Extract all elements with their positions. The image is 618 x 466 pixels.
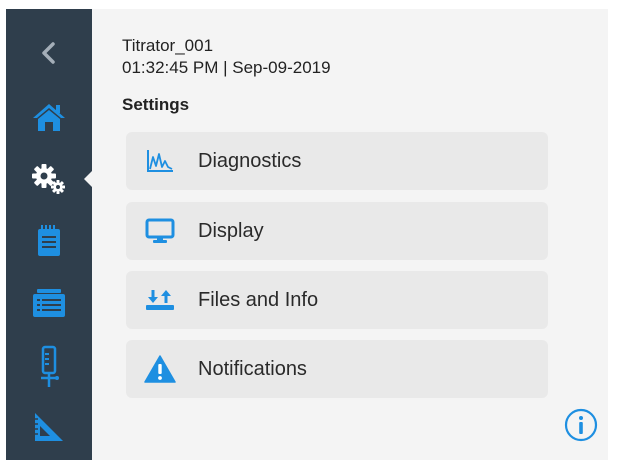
sidebar-item-methods[interactable] [6, 215, 92, 267]
folder-list-icon [33, 289, 65, 317]
menu-item-notifications[interactable]: Notifications [126, 340, 548, 398]
sidebar-item-calibration[interactable] [6, 401, 92, 453]
menu-item-files-and-info[interactable]: Files and Info [126, 271, 548, 329]
device-name: Titrator_001 [122, 36, 214, 55]
menu-item-display[interactable]: Display [126, 202, 548, 260]
menu-item-label: Diagnostics [198, 149, 302, 172]
info-icon [564, 408, 598, 442]
back-button[interactable] [6, 27, 92, 79]
main-content: Titrator_001 01:32:45 PM | Sep-09-2019 S… [92, 9, 608, 460]
menu-item-label: Notifications [198, 357, 307, 380]
menu-item-label: Files and Info [198, 288, 319, 311]
monitor-icon [145, 218, 175, 243]
home-icon [33, 104, 65, 131]
sidebar-item-settings[interactable] [6, 153, 93, 205]
chevron-left-icon [42, 42, 55, 64]
page-title: Settings [122, 95, 190, 114]
warning-icon [144, 355, 176, 383]
menu-item-diagnostics[interactable]: Diagnostics [126, 132, 548, 190]
menu-item-label: Display [198, 219, 264, 242]
sidebar [6, 9, 93, 460]
sidebar-item-results[interactable] [6, 277, 92, 329]
gears-icon [32, 164, 65, 194]
datetime: 01:32:45 PM | Sep-09-2019 [122, 58, 331, 77]
chart-icon [147, 150, 173, 172]
sidebar-item-burette[interactable] [6, 341, 92, 393]
set-square-icon [35, 413, 63, 441]
burette-icon [41, 345, 59, 387]
app-frame: Titrator_001 01:32:45 PM | Sep-09-2019 S… [6, 9, 608, 460]
transfer-icon [146, 290, 174, 310]
sidebar-item-home[interactable] [6, 91, 92, 143]
notepad-icon [38, 225, 60, 256]
info-button[interactable] [564, 408, 598, 442]
